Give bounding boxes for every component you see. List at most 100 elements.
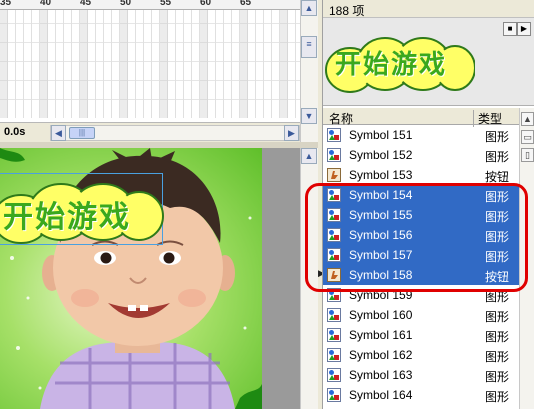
library-item-type: 按钮	[485, 270, 510, 284]
ruler-label: 35	[0, 0, 12, 8]
elapsed-time: 0.0s	[4, 126, 26, 138]
library-vertical-scrollbar[interactable]: ▲ ▭ ▯	[519, 108, 534, 409]
frame-marker	[0, 10, 8, 118]
ruler-label: 50	[120, 0, 132, 8]
sort-order-icon[interactable]: ▲	[521, 112, 534, 126]
scroll-down-arrow-icon[interactable]: ▼	[301, 108, 317, 124]
library-item-name: Symbol 158	[349, 268, 413, 282]
library-item-type: 图形	[485, 330, 510, 344]
library-item-type: 图形	[485, 310, 510, 324]
frame-marker	[80, 10, 88, 118]
library-item-row[interactable]: Symbol 156 图形	[323, 225, 519, 245]
ruler-label: 65	[240, 0, 252, 8]
scroll-left-arrow-icon[interactable]: ◀	[51, 125, 66, 141]
library-item-row[interactable]: Symbol 152 图形	[323, 145, 519, 165]
graphic-symbol-icon	[327, 328, 341, 342]
stage-vertical-scrollbar[interactable]: ▲	[300, 148, 318, 409]
library-item-row[interactable]: Symbol 151 图形	[323, 125, 519, 145]
library-item-row[interactable]: Symbol 162 图形	[323, 345, 519, 365]
library-item-row[interactable]: Symbol 160 图形	[323, 305, 519, 325]
stop-icon[interactable]: ■	[503, 22, 517, 36]
timeline-vertical-scrollbar[interactable]: ▲ ≡ ▼	[300, 0, 318, 142]
button-symbol-icon	[327, 168, 341, 182]
library-item-row[interactable]: Symbol 163 图形	[323, 365, 519, 385]
library-item-name: Symbol 163	[349, 368, 413, 382]
library-item-type: 图形	[485, 390, 510, 404]
library-item-row[interactable]: Symbol 154 图形	[323, 185, 519, 205]
library-item-name: Symbol 153	[349, 168, 413, 182]
library-item-type: 按钮	[485, 170, 510, 184]
library-item-type: 图形	[485, 250, 510, 264]
library-item-type: 图形	[485, 230, 510, 244]
library-item-type: 图形	[485, 210, 510, 224]
stage-pasteboard	[262, 148, 300, 409]
preview-text: 开始游戏	[335, 50, 448, 80]
graphic-symbol-icon	[327, 248, 341, 262]
frame-marker	[120, 10, 128, 118]
library-item-name: Symbol 157	[349, 248, 413, 262]
library-item-row[interactable]: Symbol 155 图形	[323, 205, 519, 225]
play-icon[interactable]: ▶	[517, 22, 531, 36]
library-item-row[interactable]: Symbol 157 图形	[323, 245, 519, 265]
graphic-symbol-icon	[327, 308, 341, 322]
frame-marker	[240, 10, 248, 118]
frames-grid[interactable]	[0, 10, 300, 118]
library-item-type: 图形	[485, 290, 510, 304]
library-column-header: 名称 类型	[323, 108, 519, 127]
scroll-thumb[interactable]: ≡	[301, 36, 317, 58]
ruler-label: 55	[160, 0, 172, 8]
library-item-name: Symbol 161	[349, 328, 413, 342]
library-item-row[interactable]: Symbol 158 按钮	[323, 265, 519, 285]
library-item-name: Symbol 156	[349, 228, 413, 242]
frame-marker	[280, 10, 288, 118]
library-item-type: 图形	[485, 150, 510, 164]
timeline-panel: 35 40 45 50 55 60 65 ▲ ≡ ▼ 0.0s ◀ ||| ▶	[0, 0, 318, 142]
frame-marker	[200, 10, 208, 118]
button-symbol-icon	[327, 268, 341, 282]
library-item-row[interactable]: Symbol 161 图形	[323, 325, 519, 345]
library-item-name: Symbol 162	[349, 348, 413, 362]
library-item-count: 188 项	[323, 0, 534, 18]
ruler-label: 45	[80, 0, 92, 8]
scroll-thumb[interactable]: |||	[69, 127, 95, 139]
frame-marker	[160, 10, 168, 118]
library-item-name: Symbol 152	[349, 148, 413, 162]
library-item-row[interactable]: Symbol 153 按钮	[323, 165, 519, 185]
scroll-up-arrow-icon[interactable]: ▲	[301, 148, 317, 164]
graphic-symbol-icon	[327, 388, 341, 402]
frame-ruler[interactable]: 35 40 45 50 55 60 65	[0, 0, 300, 10]
narrow-view-icon[interactable]: ▯	[521, 148, 534, 162]
graphic-symbol-icon	[327, 208, 341, 222]
ruler-label: 40	[40, 0, 52, 8]
library-item-row[interactable]: Symbol 164 图形	[323, 385, 519, 405]
graphic-symbol-icon	[327, 348, 341, 362]
library-item-name: Symbol 159	[349, 288, 413, 302]
library-item-type: 图形	[485, 370, 510, 384]
library-item-row[interactable]: Symbol 159 图形	[323, 285, 519, 305]
banner-symbol-selection[interactable]: 开始游戏	[0, 173, 164, 245]
library-item-name: Symbol 155	[349, 208, 413, 222]
ruler-label: 60	[200, 0, 212, 8]
stage-canvas[interactable]: 开始游戏	[0, 148, 262, 409]
library-item-type: 图形	[485, 190, 510, 204]
wide-view-icon[interactable]: ▭	[521, 130, 534, 144]
scroll-right-arrow-icon[interactable]: ▶	[284, 125, 299, 141]
graphic-symbol-icon	[327, 368, 341, 382]
frame-marker	[40, 10, 48, 118]
graphic-symbol-icon	[327, 288, 341, 302]
timeline-horizontal-scrollbar[interactable]: ◀ ||| ▶	[50, 125, 300, 141]
graphic-symbol-icon	[327, 148, 341, 162]
scroll-up-arrow-icon[interactable]: ▲	[301, 0, 317, 16]
library-item-name: Symbol 151	[349, 128, 413, 142]
library-list[interactable]: Symbol 151 图形 Symbol 152 图形 Symbol 153 按钮 Symb…	[323, 125, 519, 409]
library-panel: 188 项 ■ ▶ 开始游戏 名称 类型 Symbol 151 图形 Symbol …	[322, 0, 534, 409]
stage[interactable]: 开始游戏	[0, 148, 300, 409]
library-item-name: Symbol 160	[349, 308, 413, 322]
graphic-symbol-icon	[327, 228, 341, 242]
library-item-name: Symbol 154	[349, 188, 413, 202]
library-item-name: Symbol 164	[349, 388, 413, 402]
banner-text: 开始游戏	[3, 200, 131, 235]
library-item-type: 图形	[485, 350, 510, 364]
library-preview: ■ ▶ 开始游戏	[323, 18, 534, 106]
graphic-symbol-icon	[327, 188, 341, 202]
